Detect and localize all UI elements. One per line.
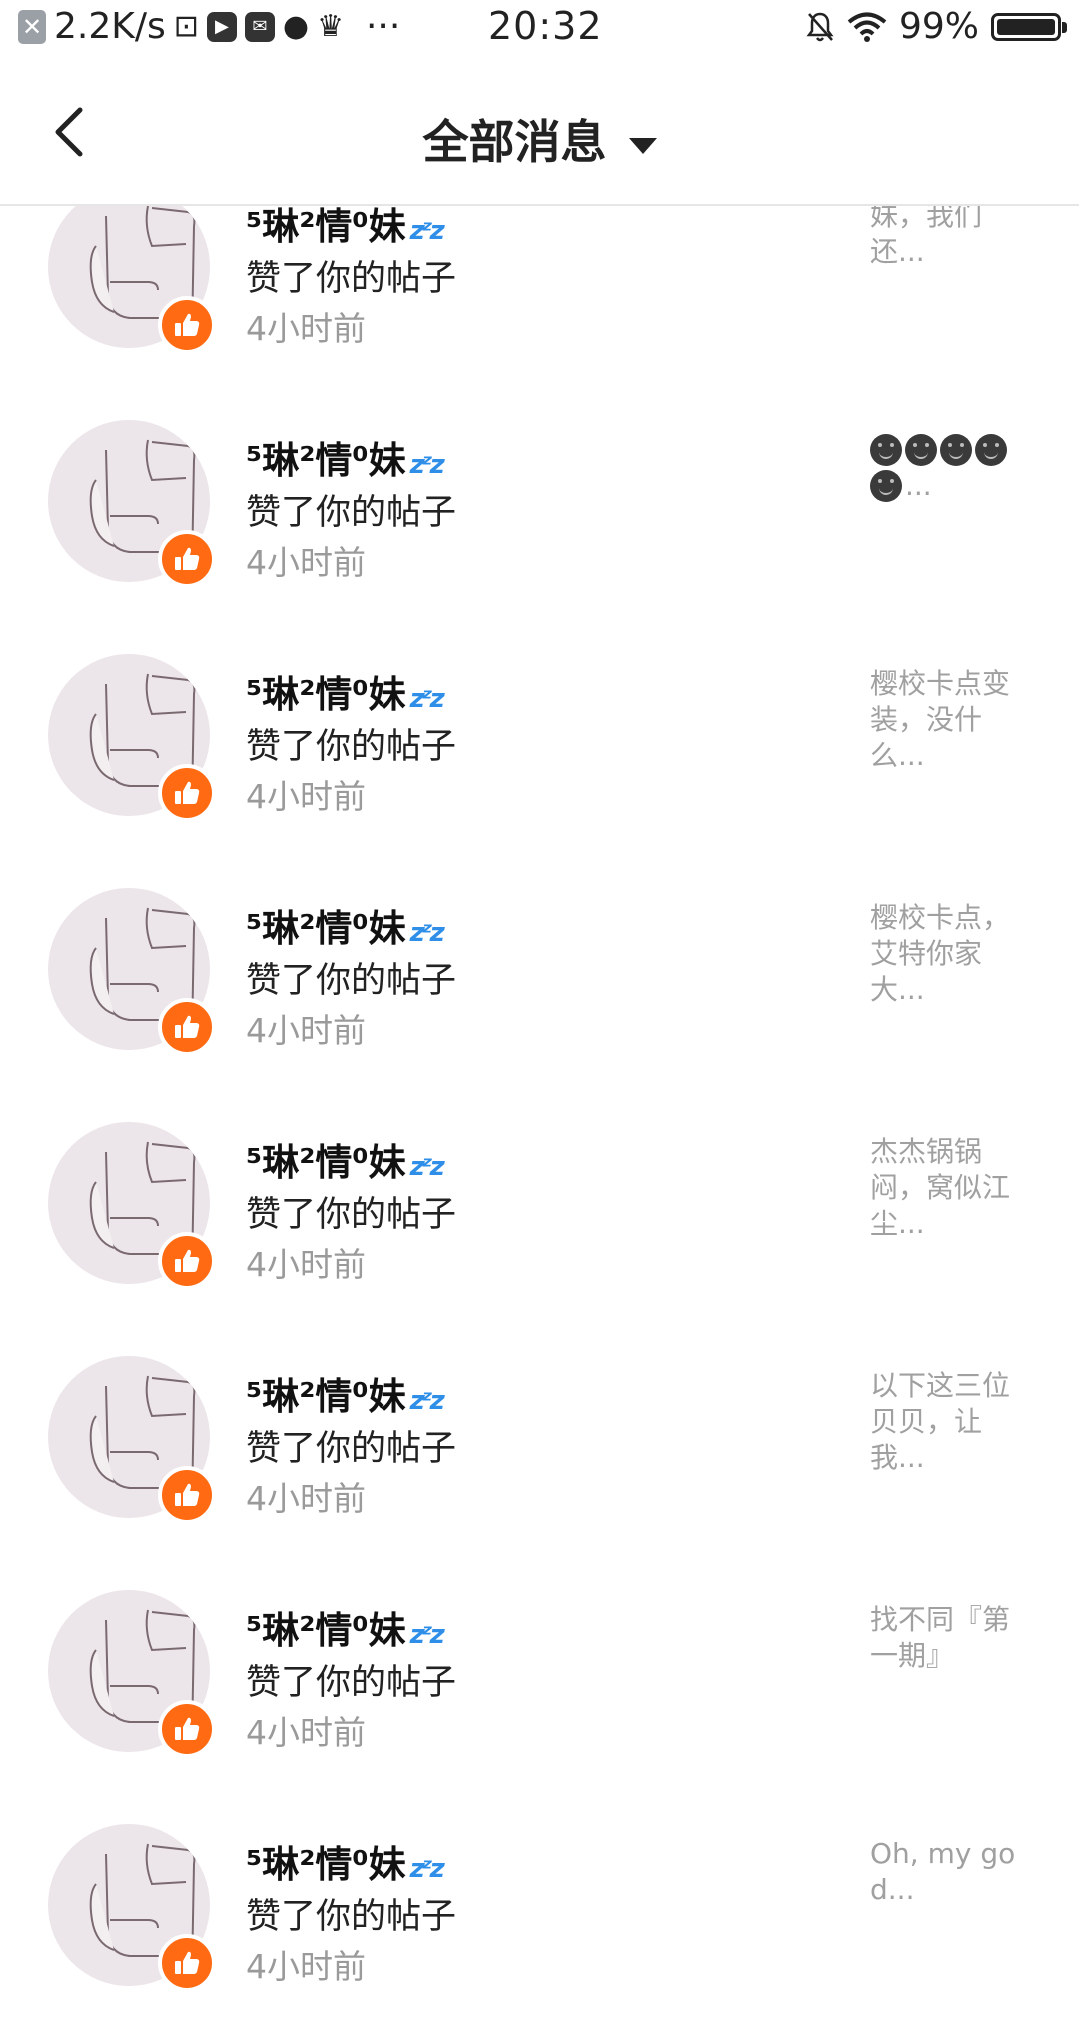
- message-row[interactable]: ⁵琳²情⁰妹 zᶻz 赞了你的帖子 4小时前 妹，我们还...: [0, 204, 1079, 354]
- message-row[interactable]: ⁵琳²情⁰妹 zᶻz 赞了你的帖子 4小时前 找不同『第一期』: [0, 1510, 1079, 1758]
- sleeping-zzz-icon: zᶻz: [409, 1620, 445, 1650]
- smiley-emoji-icon: [870, 434, 902, 466]
- post-preview[interactable]: ...: [870, 432, 1030, 504]
- post-preview[interactable]: 找不同『第一期』: [870, 1602, 1030, 1674]
- crown-icon: ♛: [317, 9, 344, 44]
- battery-percent: 99%: [898, 6, 979, 47]
- action-text: 赞了你的帖子: [246, 1195, 457, 1235]
- action-text: 赞了你的帖子: [246, 1663, 457, 1703]
- sleeping-zzz-icon: zᶻz: [409, 1152, 445, 1182]
- message-row[interactable]: ⁵琳²情⁰妹 zᶻz 赞了你的帖子 4小时前 ...: [0, 340, 1079, 588]
- screen: ✕ 2.2K/s ⊡ ▶ ✉ ● ♛ ··· 20:32 99% 全部消息 ⁵琳…: [0, 0, 1079, 2022]
- sleeping-zzz-icon: zᶻz: [409, 216, 445, 246]
- play-icon: ▶: [206, 11, 237, 42]
- action-text: 赞了你的帖子: [246, 961, 457, 1001]
- message-row[interactable]: ⁵琳²情⁰妹 zᶻz 赞了你的帖子 4小时前 樱校卡点变装，没什么...: [0, 574, 1079, 822]
- timestamp: 4小时前: [246, 1947, 366, 1986]
- post-preview[interactable]: 樱校卡点，艾特你家大...: [870, 900, 1030, 1008]
- dropdown-caret-icon: [628, 137, 657, 154]
- post-preview[interactable]: Oh, my god...: [870, 1836, 1030, 1908]
- message-row[interactable]: ⁵琳²情⁰妹 zᶻz 赞了你的帖子 4小时前 杰杰锅锅闷，窝似江尘...: [0, 1042, 1079, 1290]
- action-text: 赞了你的帖子: [246, 1897, 457, 1937]
- user-name[interactable]: ⁵琳²情⁰妹 zᶻz: [246, 1834, 445, 1888]
- close-notification-icon: ✕: [18, 9, 46, 44]
- status-bar: ✕ 2.2K/s ⊡ ▶ ✉ ● ♛ ··· 20:32 99%: [0, 0, 1079, 52]
- user-name[interactable]: ⁵琳²情⁰妹 zᶻz: [246, 1600, 445, 1654]
- preview-ellipsis: ...: [905, 469, 932, 502]
- user-name[interactable]: ⁵琳²情⁰妹 zᶻz: [246, 1132, 445, 1186]
- smiley-emoji-icon: [905, 434, 937, 466]
- mute-bell-icon: [805, 11, 835, 43]
- planet-icon: ●: [282, 9, 310, 44]
- sleeping-zzz-icon: zᶻz: [409, 1854, 445, 1884]
- post-preview[interactable]: 以下这三位贝贝，让我...: [870, 1368, 1030, 1476]
- thumbs-up-icon: [158, 1934, 216, 1992]
- action-text: 赞了你的帖子: [246, 1429, 457, 1469]
- post-preview[interactable]: 妹，我们还...: [870, 204, 1030, 270]
- s-box-icon: ⊡: [173, 9, 199, 44]
- sleeping-zzz-icon: zᶻz: [409, 1386, 445, 1416]
- action-text: 赞了你的帖子: [246, 727, 457, 767]
- user-name[interactable]: ⁵琳²情⁰妹 zᶻz: [246, 1366, 445, 1420]
- user-name[interactable]: ⁵琳²情⁰妹 zᶻz: [246, 898, 445, 952]
- clock: 20:32: [488, 4, 603, 48]
- mail-icon: ✉: [244, 11, 275, 42]
- battery-icon: [991, 12, 1067, 41]
- sleeping-zzz-icon: zᶻz: [409, 450, 445, 480]
- message-filter-dropdown[interactable]: 全部消息: [0, 106, 1079, 172]
- post-preview[interactable]: 樱校卡点变装，没什么...: [870, 666, 1030, 774]
- user-name[interactable]: ⁵琳²情⁰妹 zᶻz: [246, 430, 445, 484]
- smiley-emoji-icon: [940, 434, 972, 466]
- message-row[interactable]: ⁵琳²情⁰妹 zᶻz 赞了你的帖子 4小时前 以下这三位贝贝，让我...: [0, 1276, 1079, 1524]
- more-status-icon: ···: [365, 6, 401, 47]
- smiley-emoji-icon: [870, 470, 902, 502]
- wifi-icon: [847, 11, 887, 43]
- message-list[interactable]: ⁵琳²情⁰妹 zᶻz 赞了你的帖子 4小时前 妹，我们还... ⁵琳²情⁰妹 zᶻz…: [0, 204, 1079, 2022]
- action-text: 赞了你的帖子: [246, 259, 457, 299]
- message-row[interactable]: ⁵琳²情⁰妹 zᶻz 赞了你的帖子 4小时前 樱校卡点，艾特你家大...: [0, 808, 1079, 1056]
- post-preview[interactable]: 杰杰锅锅闷，窝似江尘...: [870, 1134, 1030, 1242]
- header: 全部消息: [0, 52, 1079, 206]
- user-name[interactable]: ⁵琳²情⁰妹 zᶻz: [246, 664, 445, 718]
- sleeping-zzz-icon: zᶻz: [409, 918, 445, 948]
- sleeping-zzz-icon: zᶻz: [409, 684, 445, 714]
- page-title: 全部消息: [422, 115, 607, 169]
- action-text: 赞了你的帖子: [246, 493, 457, 533]
- message-row[interactable]: ⁵琳²情⁰妹 zᶻz 赞了你的帖子 4小时前 Oh, my god...: [0, 1744, 1079, 1992]
- user-name[interactable]: ⁵琳²情⁰妹 zᶻz: [246, 204, 445, 250]
- smiley-emoji-icon: [975, 434, 1007, 466]
- net-speed: 2.2K/s: [54, 6, 166, 47]
